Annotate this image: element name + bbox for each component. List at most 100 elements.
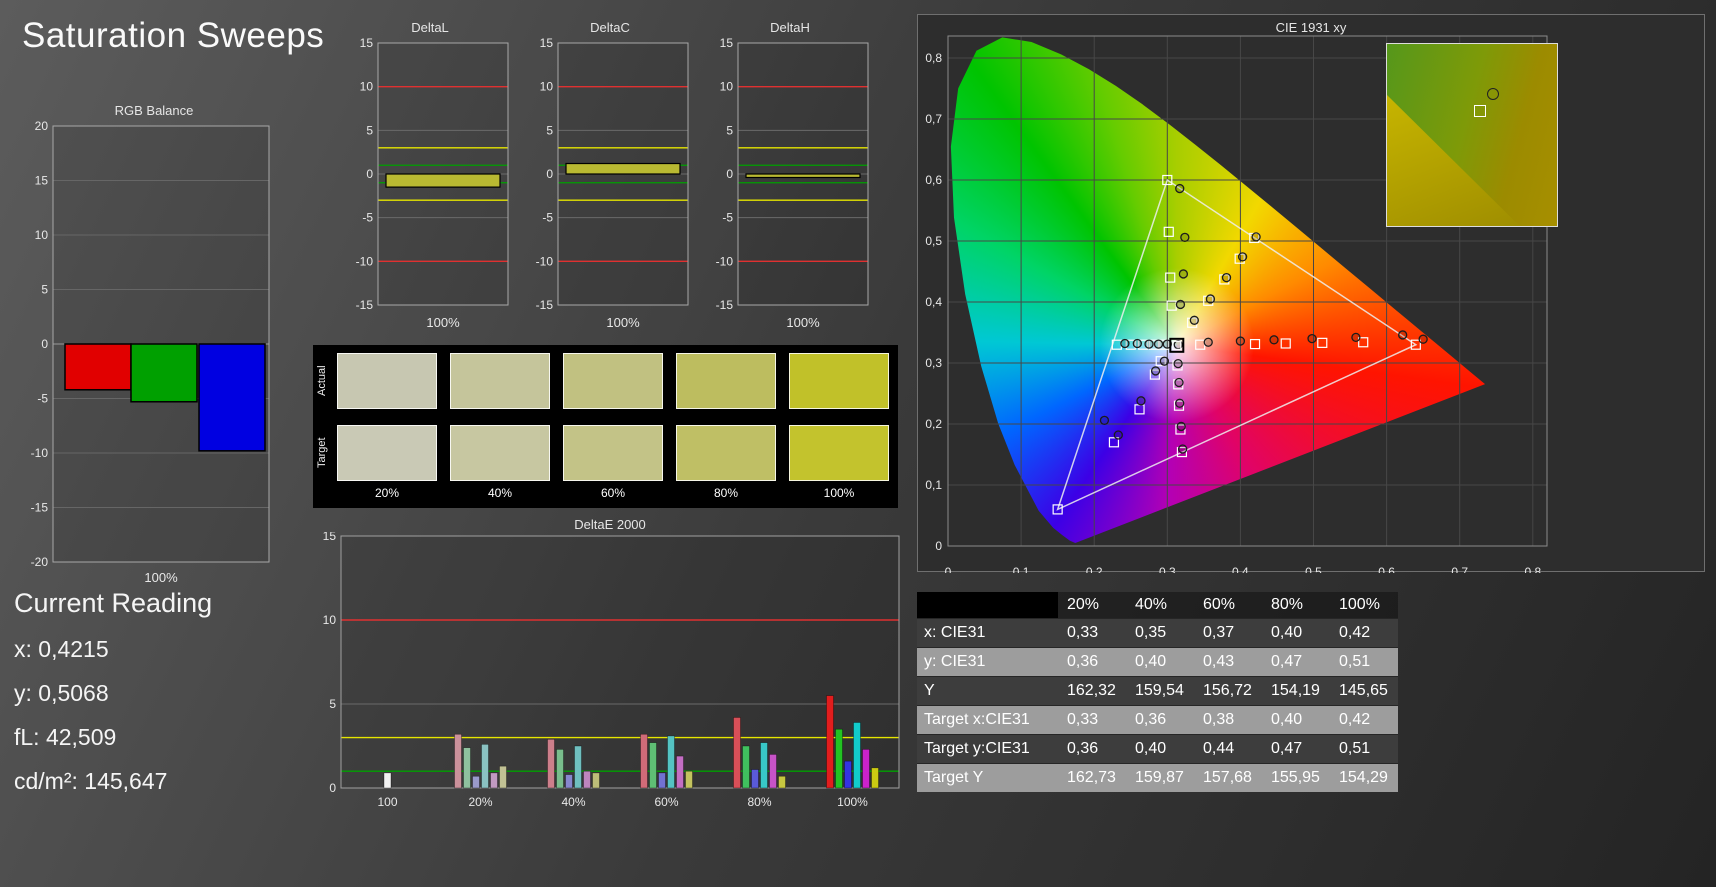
- table-cell: 162,73: [1067, 769, 1116, 786]
- deltae-bar: [454, 733, 462, 789]
- svg-text:0,4: 0,4: [925, 295, 942, 309]
- deltae-bar: [676, 755, 684, 789]
- measured-point: [1398, 330, 1408, 340]
- table-cell: 0,36: [1067, 740, 1099, 757]
- table-header-row: 20% 40% 60% 80% 100%: [917, 592, 1398, 618]
- rgb-balance-title: RGB Balance: [114, 103, 194, 118]
- deltae-bar: [844, 760, 852, 789]
- measured-point: [1176, 421, 1186, 432]
- deltae-bar: [685, 770, 693, 789]
- measured-point: [1174, 377, 1184, 388]
- svg-text:20: 20: [35, 119, 49, 133]
- deltae-bar: [592, 772, 600, 789]
- table-row: y: CIE31 0,36 0,40 0,43 0,47 0,51: [917, 647, 1398, 676]
- deltae-bar: [733, 717, 741, 789]
- measured-point: [1237, 252, 1248, 262]
- svg-text:-5: -5: [362, 211, 373, 225]
- table-cell: 0,36: [1135, 711, 1167, 728]
- svg-text:0,8: 0,8: [925, 51, 942, 65]
- swatch-actual-80%: [676, 353, 776, 409]
- measured-point: [1189, 315, 1199, 325]
- table-column-header: 20%: [1067, 596, 1100, 613]
- deltae-bar: [778, 775, 786, 789]
- deltae-bar: [463, 747, 471, 789]
- svg-text:15: 15: [540, 36, 554, 50]
- deltae-bar: [640, 733, 648, 789]
- table-cell: 155,95: [1271, 769, 1320, 786]
- svg-text:-10: -10: [536, 254, 554, 268]
- table-cell: 0,42: [1339, 624, 1371, 641]
- swatch-actual-60%: [563, 353, 663, 409]
- svg-text:0,6: 0,6: [1378, 565, 1395, 573]
- deltae-bar: [472, 775, 480, 789]
- svg-text:10: 10: [540, 80, 554, 94]
- table-row-label: Target y:CIE31: [924, 740, 1030, 757]
- page-title: Saturation Sweeps: [22, 16, 325, 55]
- delta-e-2000-panel: DeltaE 2000 15 10 5 0 100 20% 40% 60% 80% 100%: [313, 517, 907, 819]
- swatch-comparison-panel: Actual Target 20% 40% 60% 80% 100%: [313, 345, 898, 508]
- target-square: [1280, 338, 1291, 349]
- delta-c-chart: 15 10 5 0 -5 -10 -15 100%: [536, 36, 689, 330]
- table-cell: 159,54: [1135, 682, 1184, 699]
- measured-point: [1251, 232, 1261, 242]
- table-cell: 0,38: [1203, 711, 1235, 728]
- svg-text:5: 5: [329, 697, 336, 711]
- table-column-header: 100%: [1339, 596, 1380, 613]
- svg-text:0,2: 0,2: [925, 417, 942, 431]
- svg-text:-15: -15: [356, 298, 374, 312]
- svg-text:0: 0: [726, 167, 733, 181]
- rgb-balance-panel: RGB Balance 20 15 10 5 0 -5 -10 -15 -20 100%: [25, 103, 283, 601]
- measured-point: [1113, 430, 1123, 440]
- swatch-row-label-target: Target: [316, 437, 328, 469]
- deltae-bar: [383, 772, 392, 789]
- svg-text:-10: -10: [31, 446, 49, 460]
- deltae-bar: [862, 749, 870, 789]
- svg-text:100%: 100%: [786, 315, 820, 330]
- table-cell: 0,51: [1339, 653, 1371, 670]
- svg-text:0: 0: [945, 565, 952, 573]
- table-cell: 0,35: [1135, 624, 1167, 641]
- rgb-bar-blue: [198, 343, 266, 452]
- svg-text:5: 5: [726, 123, 733, 137]
- svg-text:15: 15: [323, 532, 337, 543]
- current-reading-block: Current Reading x: 0,4215 y: 0,5068 fL: …: [14, 588, 212, 795]
- table-cell: 0,33: [1067, 624, 1099, 641]
- measured-point: [1221, 272, 1232, 283]
- svg-text:0,5: 0,5: [925, 234, 942, 248]
- svg-text:0,6: 0,6: [925, 173, 942, 187]
- svg-text:-5: -5: [37, 392, 48, 406]
- table-corner-cell: [917, 592, 1058, 618]
- table-cell: 154,19: [1271, 682, 1320, 699]
- swatch-target-60%: [563, 425, 663, 481]
- svg-text:0,1: 0,1: [925, 478, 942, 492]
- swatch-target-40%: [450, 425, 550, 481]
- delta-h-chart: 15 10 5 0 -5 -10 -15 100%: [716, 36, 869, 330]
- table-cell: 0,40: [1135, 653, 1167, 670]
- swatch-col-label: 20%: [374, 486, 400, 500]
- measured-point: [1175, 299, 1186, 310]
- delta-h-title: DeltaH: [770, 20, 810, 35]
- deltae-bar: [547, 738, 555, 789]
- table-cell: 0,40: [1271, 711, 1303, 728]
- table-cell: 157,68: [1203, 769, 1252, 786]
- inset-target-square: [1473, 104, 1486, 117]
- table-row-label: Target Y: [924, 769, 984, 786]
- svg-text:-10: -10: [356, 254, 374, 268]
- deltae-bar: [769, 754, 777, 789]
- cie-1931-title: CIE 1931 xy: [1275, 20, 1347, 35]
- deltae-bar: [853, 722, 861, 789]
- reading-cdm2: cd/m²: 145,647: [14, 768, 168, 794]
- measured-point: [1178, 269, 1189, 279]
- delta-h-panel: DeltaH 15 10 5 0 -5 -10 -15 100%: [705, 20, 875, 334]
- delta-e-2000-chart: 15 10 5 0 100 20% 40% 60% 80% 100%: [323, 532, 900, 809]
- delta-c-panel: DeltaC 15 10 5 0 -5 -10 -15 100%: [525, 20, 695, 334]
- delta-c-title: DeltaC: [590, 20, 630, 35]
- measured-point: [1175, 398, 1185, 408]
- measured-point: [1173, 358, 1183, 369]
- swatch-target-20%: [337, 425, 437, 481]
- svg-text:-20: -20: [31, 555, 49, 569]
- table-cell: 0,47: [1271, 653, 1303, 670]
- deltae-bar: [835, 728, 843, 789]
- deltae-bar: [583, 770, 591, 789]
- svg-text:15: 15: [35, 174, 49, 188]
